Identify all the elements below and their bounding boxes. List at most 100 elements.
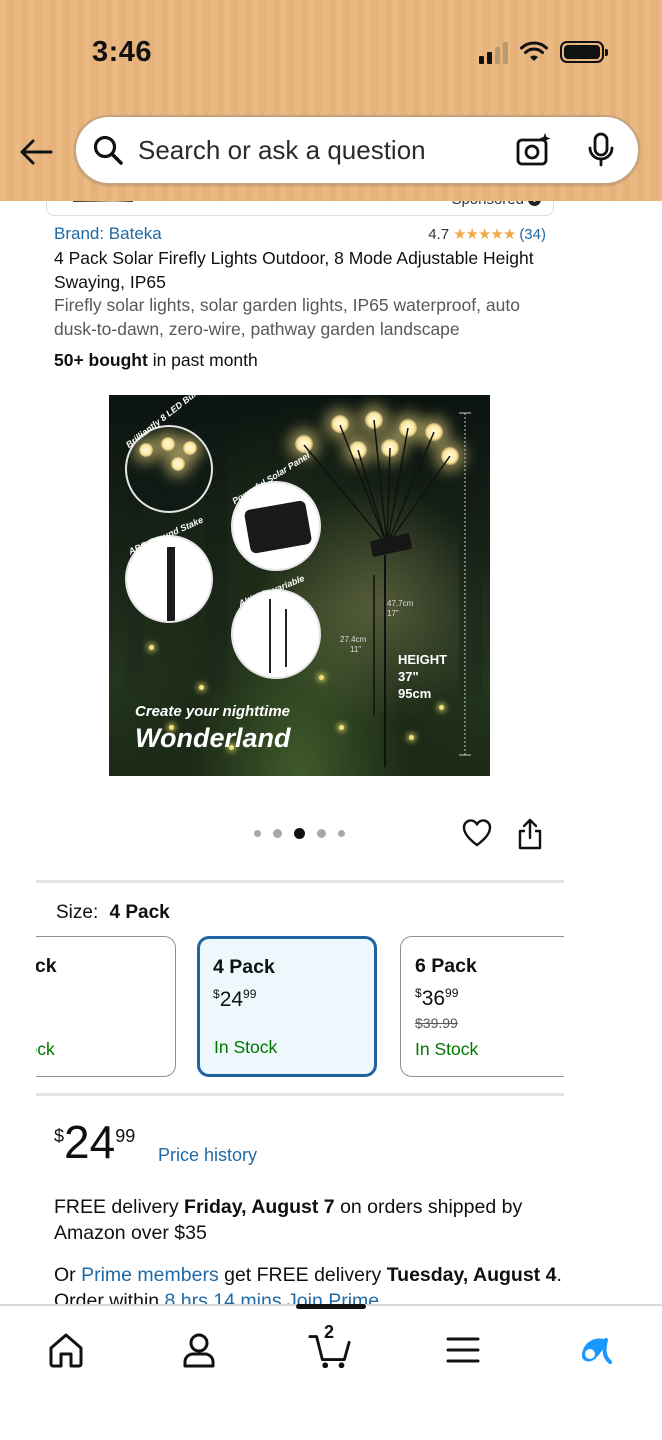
wifi-icon [520,41,548,61]
dimension-a-in: 17" [387,609,399,618]
firefly-dot [409,735,414,740]
battery-icon [560,41,608,63]
section-divider [36,880,564,883]
size-option-name: Pack [36,955,57,977]
search-icon [93,135,123,165]
size-option-card[interactable]: Pack 499 Stock [36,936,176,1077]
product-image[interactable]: Brilliantly 8 LED Bulbs Powerful Solar P… [109,395,490,776]
prime-members-link[interactable]: Prime members [81,1264,219,1286]
home-icon [49,1333,83,1368]
nav-menu[interactable] [441,1328,485,1372]
size-option-stock: In Stock [415,1039,479,1059]
rating-value: 4.7 [428,225,450,243]
rating[interactable]: 4.7 ★★★★★ (34) [428,225,546,244]
prime-mid: get FREE delivery [218,1264,387,1286]
price-fraction: 99 [115,1126,136,1146]
cellular-signal-icon [479,40,508,64]
size-selected-value: 4 Pack [109,902,170,923]
image-caption-big: Wonderland [135,723,291,753]
size-option-price: 499 [36,986,161,1011]
size-option-card-selected[interactable]: 4 Pack $2499 In Stock [197,936,377,1077]
search-input[interactable]: Search or ask a question [138,135,516,166]
dimension-b-cm: 27.4cm [340,635,367,644]
delivery-info: FREE delivery Friday, August 7 on orders… [54,1194,574,1246]
delivery-date: Friday, August 7 [184,1196,335,1218]
carousel-dot[interactable] [254,830,261,837]
price-fraction: 99 [243,987,257,1001]
altitude-rod [269,599,271,673]
microphone-icon[interactable] [586,132,616,168]
status-icons [479,40,608,64]
active-tab-indicator [296,1304,366,1309]
carousel-dots[interactable] [254,828,345,839]
dimension-b-in: 11" [350,645,362,654]
inset-bulb [183,441,197,455]
inset-bulb [139,443,153,457]
price: $ 24 99 [54,1118,135,1166]
bought-count: 50+ bought [54,350,148,370]
height-label: HEIGHT [398,652,448,667]
size-option-stock: In Stock [214,1037,278,1057]
product-description: Firefly solar lights, solar garden light… [54,295,520,339]
search-bar[interactable]: Search or ask a question [74,115,640,185]
brand-row: Brand: Bateka 4.7 ★★★★★ (34) [54,224,546,244]
status-time: 3:46 [92,36,153,68]
size-option-name: 6 Pack [415,955,477,977]
height-inches: 37" [398,669,419,684]
star-rating-icon: ★★★★★ [453,226,516,243]
nav-home[interactable] [44,1328,88,1372]
stake-graphic [167,547,175,621]
price-symbol: $ [415,986,422,1000]
height-callout: HEIGHT 37" 95cm [398,651,447,702]
bought-in-past-month: 50+ bought in past month [54,350,258,371]
firefly-dot [439,705,444,710]
bought-suffix: in past month [147,350,258,370]
size-option-card[interactable]: 6 Pack $3699 $39.99 In Stock [400,936,564,1077]
carousel-dot[interactable] [317,829,326,838]
nav-account[interactable] [177,1328,221,1372]
heart-icon[interactable] [462,818,492,848]
inset-bulb [171,457,185,471]
firefly-dot [339,725,344,730]
size-label: Size: [56,902,99,923]
price-whole: 24 [219,988,244,1011]
size-option-name: 4 Pack [213,956,275,978]
carousel-dot-active[interactable] [294,828,305,839]
firefly-dot [319,675,324,680]
prime-delivery-date: Tuesday, August 4 [386,1264,557,1286]
size-options: Pack 499 Stock 4 Pack $2499 In Stock 6 P… [36,936,564,1080]
back-arrow-icon [20,139,53,165]
back-button[interactable] [18,134,54,170]
cart-count-badge: 2 [324,1322,335,1342]
height-cm: 95cm [398,686,432,701]
firefly-dot [199,685,204,690]
price-symbol: $ [54,1126,65,1146]
price-whole: 24 [64,1116,116,1168]
price-fraction: 99 [445,986,459,1000]
nav-assistant[interactable] [574,1328,618,1372]
carousel-dot[interactable] [273,829,282,838]
size-option-price: $2499 [213,987,361,1012]
section-divider [36,1093,564,1096]
brand-link[interactable]: Brand: Bateka [54,224,162,244]
image-caption-small: Create your nighttime [135,703,291,720]
inset-bulb [161,437,175,451]
prime-or: Or [54,1264,82,1286]
dimension-a-cm: 47.7cm [387,599,414,608]
carousel-dot[interactable] [338,830,345,837]
camera-search-icon[interactable] [516,132,552,168]
size-option-stock: Stock [36,1039,55,1059]
nav-cart[interactable]: 2 [308,1322,352,1372]
price-history-link[interactable]: Price history [158,1145,257,1166]
size-option-list-price: $39.99 [415,1015,458,1031]
size-selector-label: Size: 4 Pack [56,902,170,924]
rufus-assistant-icon [581,1338,612,1364]
product-title: 4 Pack Solar Firefly Lights Outdoor, 8 M… [54,248,534,292]
altitude-rod [285,609,287,667]
bottom-navigation: 2 [0,1304,662,1440]
menu-icon [446,1337,480,1363]
solar-panel-graphic [243,499,313,555]
share-icon[interactable] [516,818,544,850]
delivery-prefix: FREE delivery [54,1196,185,1218]
review-count-link[interactable]: (34) [519,226,546,243]
